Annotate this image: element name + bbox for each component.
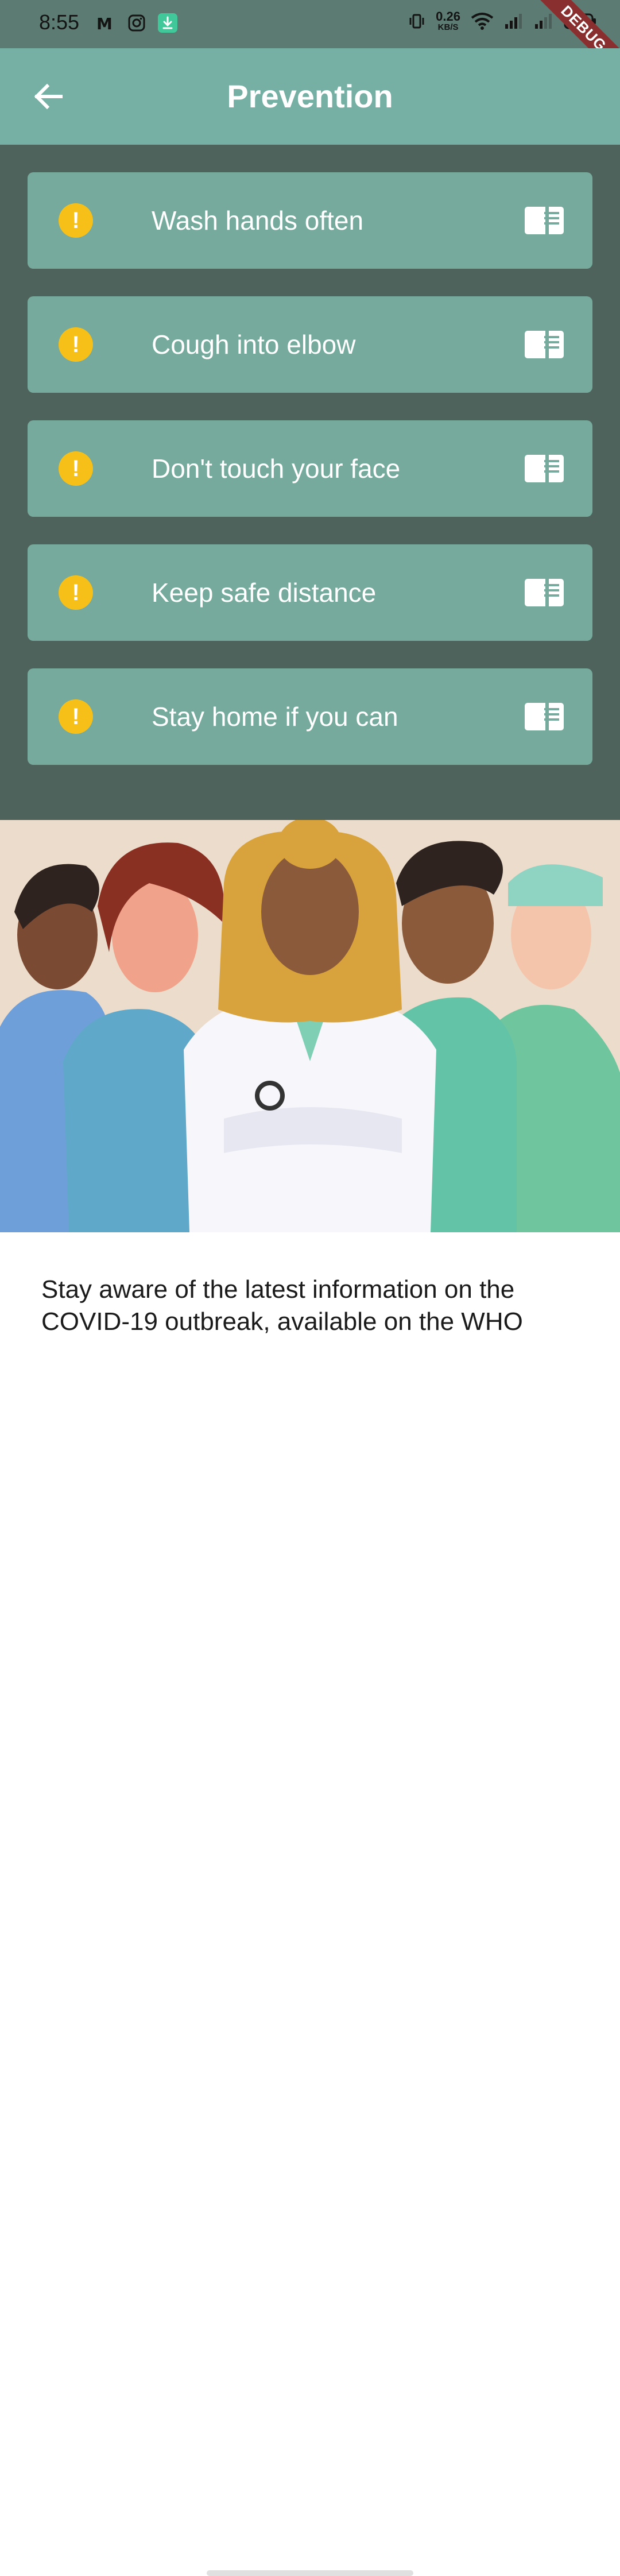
app-bar: Prevention (0, 48, 620, 145)
page-title: Prevention (227, 78, 393, 114)
prevention-card[interactable]: ! Stay home if you can (28, 668, 592, 765)
article-icon[interactable] (525, 455, 564, 482)
prevention-card-label: Stay home if you can (152, 702, 398, 732)
prevention-card[interactable]: ! Don't touch your face (28, 420, 592, 517)
net-speed-value: 0.26 (436, 9, 460, 24)
prevention-card[interactable]: ! Wash hands often (28, 172, 592, 269)
status-bar: 8:55 M 0.26 KB/S DEBUG (0, 0, 620, 87)
prevention-card-label: Keep safe distance (152, 578, 377, 608)
svg-text:M: M (96, 14, 113, 32)
warning-icon: ! (59, 327, 93, 362)
info-footer: Stay aware of the latest information on … (0, 1232, 620, 2576)
prevention-card-label: Wash hands often (152, 206, 364, 235)
notification-icons: M (96, 13, 178, 33)
illustration-art (0, 820, 620, 1232)
status-time: 8:55 (39, 10, 80, 34)
signal-icon (505, 13, 522, 29)
net-speed-unit: KB/S (437, 22, 459, 32)
instagram-icon (128, 14, 145, 32)
footer-text: Stay aware of the latest information on … (41, 1275, 523, 1336)
warning-icon: ! (59, 699, 93, 734)
prevention-card-label: Cough into elbow (152, 330, 356, 359)
warning-icon: ! (59, 575, 93, 610)
article-icon[interactable] (525, 207, 564, 234)
warning-icon: ! (59, 203, 93, 238)
net-speed: 0.26 KB/S (436, 10, 460, 32)
article-icon[interactable] (525, 579, 564, 606)
warning-icon: ! (59, 451, 93, 486)
article-icon[interactable] (525, 331, 564, 358)
vibrate-icon (409, 14, 424, 28)
back-button[interactable] (31, 79, 65, 114)
prevention-card[interactable]: ! Keep safe distance (28, 544, 592, 641)
healthcare-workers-illustration (0, 820, 620, 1232)
wifi-icon (471, 12, 494, 30)
app-icon: M (96, 14, 113, 32)
arrow-back-icon (34, 83, 63, 110)
prevention-list: ! Wash hands often ! Cough into elbow ! … (0, 145, 620, 820)
signal-icon (535, 13, 552, 29)
article-icon[interactable] (525, 703, 564, 730)
prevention-card[interactable]: ! Cough into elbow (28, 296, 592, 393)
prevention-card-label: Don't touch your face (152, 454, 401, 484)
home-indicator[interactable] (207, 2570, 413, 2576)
download-icon (158, 13, 177, 33)
